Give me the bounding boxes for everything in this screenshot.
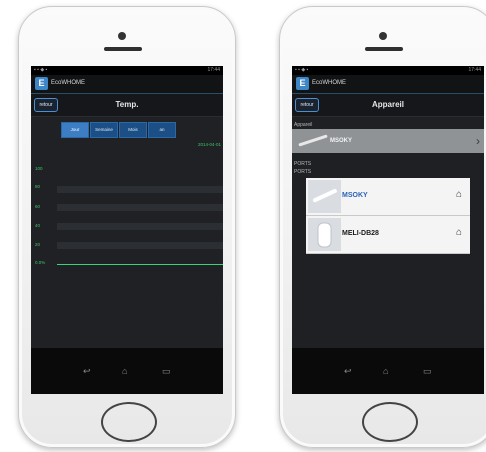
y-label: 40: [35, 223, 41, 228]
date-label: 2014-04-01: [197, 142, 221, 147]
y-label: 80: [35, 184, 41, 189]
sensor-device-icon: [308, 218, 341, 251]
segment-jour[interactable]: Jour: [61, 122, 89, 138]
y-label: 0.0%: [35, 260, 46, 265]
y-label: 20: [35, 242, 41, 247]
status-clock: 17:44: [468, 67, 481, 73]
app-bar: E EcoWHOME: [292, 75, 484, 94]
nav-back-icon[interactable]: ↩: [83, 366, 91, 377]
app-logo-icon: E: [296, 77, 309, 90]
pen-sensor-icon: [308, 180, 341, 213]
status-bar: ▪ ▪ ◆ ▪ 17:44: [31, 66, 223, 75]
device-option-msoky[interactable]: MSOKY ⌂: [306, 178, 470, 216]
nav-recents-icon[interactable]: ▭: [423, 366, 432, 377]
device-label: MSOKY: [342, 192, 368, 199]
app-title: EcoWHOME: [312, 80, 347, 86]
chart-band: [57, 186, 223, 193]
chevron-right-icon: ›: [476, 134, 480, 148]
page-title: Appareil: [371, 100, 404, 109]
screen-temp: ▪ ▪ ◆ ▪ 17:44 E EcoWHOME retour Temp. Jo…: [31, 66, 223, 394]
app-logo-icon: E: [35, 77, 48, 90]
page-title: Temp.: [115, 100, 139, 109]
selected-device-label: MSOKY: [330, 138, 353, 144]
status-clock: 17:44: [207, 67, 220, 73]
status-icons: ▪ ▪ ◆ ▪: [34, 67, 48, 73]
chart-band: [57, 204, 223, 211]
nav-home-icon[interactable]: ⌂: [383, 366, 388, 376]
app-title: EcoWHOME: [51, 80, 86, 86]
pen-sensor-icon: [298, 134, 328, 147]
device-label: MELI-DB28: [342, 230, 379, 237]
phone-right: ▪ ▪ ◆ ▪ 17:44 E EcoWHOME retour Appareil…: [279, 6, 486, 448]
selected-device-row[interactable]: MSOKY ›: [292, 129, 484, 153]
y-label: 60: [35, 204, 41, 209]
segment-mois[interactable]: Mois: [119, 122, 147, 138]
camera: [118, 32, 126, 40]
device-option-meli-db28[interactable]: MELI-DB28 ⌂: [306, 216, 470, 254]
segment-an[interactable]: an: [148, 122, 176, 138]
y-label: 100: [35, 166, 43, 171]
chart-band: [57, 242, 223, 249]
home-button[interactable]: [101, 402, 157, 442]
temperature-chart: 100 80 60 40 20 0.0%: [31, 154, 223, 294]
temperature-line: [57, 264, 223, 265]
title-bar: retour Appareil: [292, 94, 484, 117]
nav-back-icon[interactable]: ↩: [344, 366, 352, 377]
android-nav-bar: ↩ ⌂ ▭: [31, 348, 223, 394]
speaker-grille: [104, 47, 142, 51]
period-segmented-control: Jour Semaine Mois an: [61, 122, 177, 138]
section-label-ports: PORTS: [294, 161, 312, 167]
nav-recents-icon[interactable]: ▭: [162, 366, 171, 377]
screen-appareil: ▪ ▪ ◆ ▪ 17:44 E EcoWHOME retour Appareil…: [292, 66, 484, 394]
chart-band: [57, 223, 223, 230]
status-bar: ▪ ▪ ◆ ▪ 17:44: [292, 66, 484, 75]
section-label-appareil: Appareil: [294, 122, 313, 128]
camera: [379, 32, 387, 40]
section-label-ports-2: PORTS: [294, 169, 312, 175]
signal-icon: ⌂: [455, 227, 462, 238]
home-button[interactable]: [362, 402, 418, 442]
phone-left: ▪ ▪ ◆ ▪ 17:44 E EcoWHOME retour Temp. Jo…: [18, 6, 236, 448]
title-bar: retour Temp.: [31, 94, 223, 117]
signal-icon: ⌂: [455, 189, 462, 200]
nav-home-icon[interactable]: ⌂: [122, 366, 127, 376]
segment-semaine[interactable]: Semaine: [90, 122, 118, 138]
speaker-grille: [365, 47, 403, 51]
app-bar: E EcoWHOME: [31, 75, 223, 94]
status-icons: ▪ ▪ ◆ ▪: [295, 67, 309, 73]
android-nav-bar: ↩ ⌂ ▭: [292, 348, 484, 394]
